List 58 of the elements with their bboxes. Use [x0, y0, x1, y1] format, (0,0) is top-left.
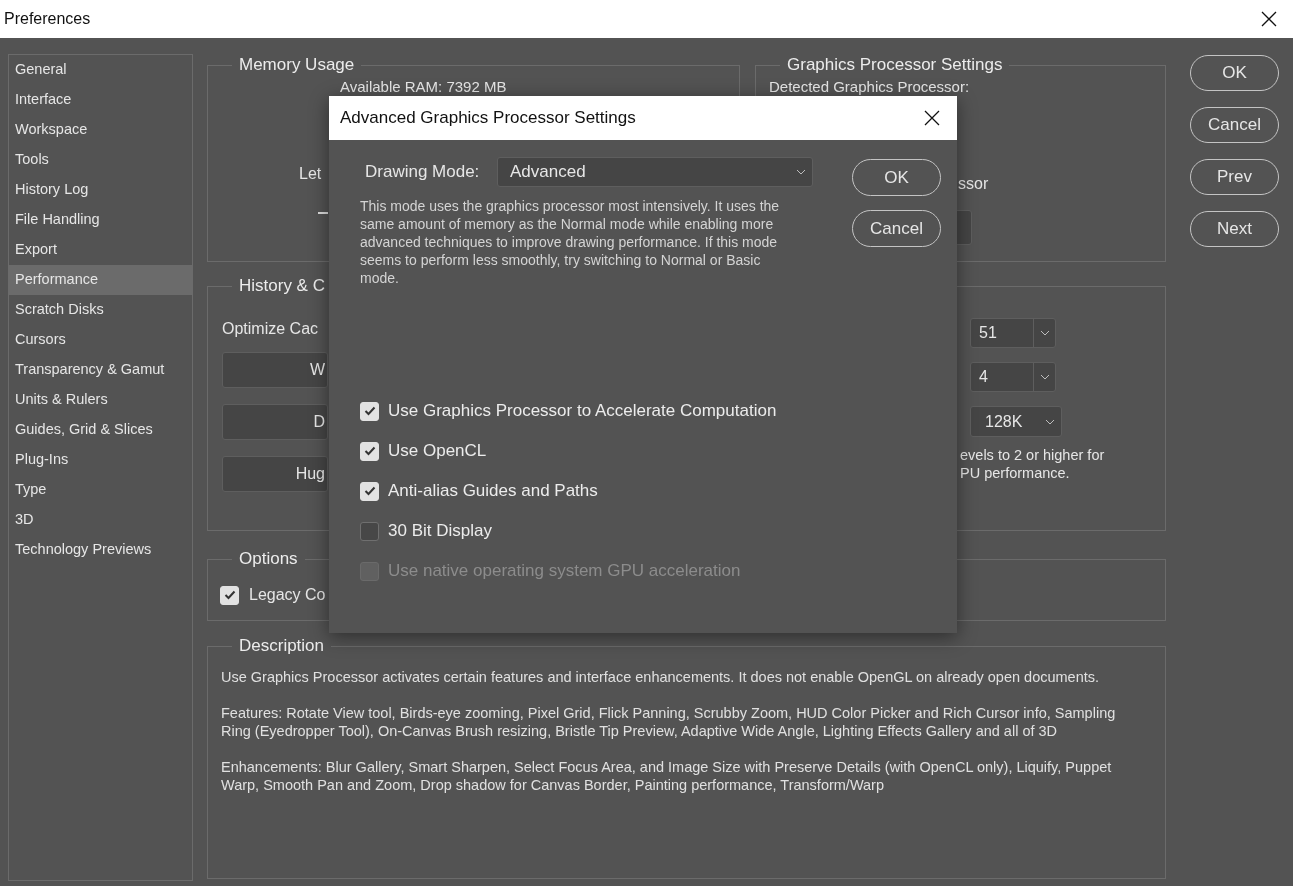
sidebar-item[interactable]: Performance — [9, 265, 192, 295]
checkbox-label: Use native operating system GPU acceleration — [388, 560, 741, 583]
checkbox[interactable] — [360, 521, 379, 541]
preset-button[interactable]: D — [222, 404, 328, 440]
help-text: evels to 2 or higher for PU performance. — [960, 446, 1105, 482]
chevron-down-icon — [1045, 418, 1055, 425]
dropdown-value: Advanced — [510, 161, 586, 184]
description-text: Enhancements: Blur Gallery, Smart Sharpen, Select Focus Area, and Image Size with Preserve Details (with OpenCL only), Liquify, Puppet Warp, Smooth Pan and Zoom, Drop shadow for Canvas Border, Painting performance, Transform/Warp — [221, 758, 1113, 794]
sidebar-item[interactable]: Type — [9, 475, 192, 505]
sidebar-item[interactable]: Export — [9, 235, 192, 265]
optimize-label: Optimize Cac — [222, 319, 319, 339]
checkmark-icon — [363, 446, 376, 456]
dropdown[interactable]: 128K — [970, 406, 1062, 437]
checkbox-label: 30 Bit Display — [388, 520, 492, 543]
ram-label: Available RAM: 7392 MB — [340, 78, 507, 95]
let-label: Let — [299, 164, 322, 184]
mode-description: This mode uses the graphics processor most intensively. It uses the same amount of memory as the Normal mode while enabling more advanced techniques to improve drawing performance. If this mode seems to perform less smoothly, try switching to Normal or Basic mode. — [360, 197, 781, 287]
sidebar-item[interactable]: Cursors — [9, 325, 192, 355]
sidebar-item[interactable]: File Handling — [9, 205, 192, 235]
sidebar-item[interactable]: Technology Previews — [9, 535, 192, 565]
close-icon — [924, 110, 940, 126]
checkmark-icon — [363, 406, 376, 416]
sidebar-item[interactable]: Transparency & Gamut — [9, 355, 192, 385]
sidebar-item[interactable]: Plug-Ins — [9, 445, 192, 475]
chevron-down-icon — [796, 169, 806, 175]
description-text: Features: Rotate View tool, Birds-eye zooming, Pixel Grid, Flick Panning, Scrubby Zoom, HUD Color Picker and Rich Cursor info, Sampling Ring (Eyedropper Tool), On-Canvas Brush resizing, Bristle Tip Preview, Adaptive Wide Angle, Lighting Effects Gallery and all of 3D — [221, 704, 1117, 740]
checkmark-icon — [223, 590, 236, 600]
checkbox-label: Legacy Co — [249, 585, 326, 605]
sidebar-item[interactable]: Workspace — [9, 115, 192, 145]
detected-gpu-label: Detected Graphics Processor: — [769, 78, 970, 95]
dropdown-value: 51 — [979, 323, 998, 343]
checkbox-label: Anti-alias Guides and Paths — [388, 480, 598, 503]
sidebar-item[interactable]: 3D — [9, 505, 192, 535]
sidebar-item[interactable]: Interface — [9, 85, 192, 115]
sidebar-item[interactable]: Guides, Grid & Slices — [9, 415, 192, 445]
dropdown[interactable]: 4 — [970, 362, 1056, 392]
chevron-down-icon — [1039, 374, 1050, 380]
gpu-checkbox-label: ssor — [958, 174, 989, 194]
checkbox-label: Use Graphics Processor to Accelerate Computation — [388, 400, 777, 423]
drawing-mode-label: Drawing Mode: — [365, 161, 481, 184]
preset-button[interactable]: W — [222, 352, 328, 388]
sidebar-item[interactable]: Tools — [9, 145, 192, 175]
close-icon — [1261, 11, 1277, 27]
checkmark-icon — [363, 486, 376, 496]
sidebar-item[interactable]: Scratch Disks — [9, 295, 192, 325]
dialog-title: Advanced Graphics Processor Settings — [340, 107, 636, 130]
drawing-mode-dropdown[interactable]: Advanced — [497, 157, 813, 187]
dropdown[interactable]: 51 — [970, 318, 1056, 348]
dropdown-value: 128K — [985, 411, 1024, 432]
window-title: Preferences — [4, 9, 91, 29]
dropdown-value: 4 — [979, 367, 989, 387]
checkbox-label: Use OpenCL — [388, 440, 487, 463]
sidebar-item[interactable]: General — [9, 55, 192, 85]
preset-button[interactable]: Hug — [222, 456, 328, 492]
sidebar-item[interactable]: History Log — [9, 175, 192, 205]
description-text: Use Graphics Processor activates certain features and interface enhancements. It does not enable OpenGL on already open documents. — [221, 668, 1101, 686]
chevron-down-icon — [1039, 330, 1050, 336]
sidebar-item[interactable]: Units & Rulers — [9, 385, 192, 415]
